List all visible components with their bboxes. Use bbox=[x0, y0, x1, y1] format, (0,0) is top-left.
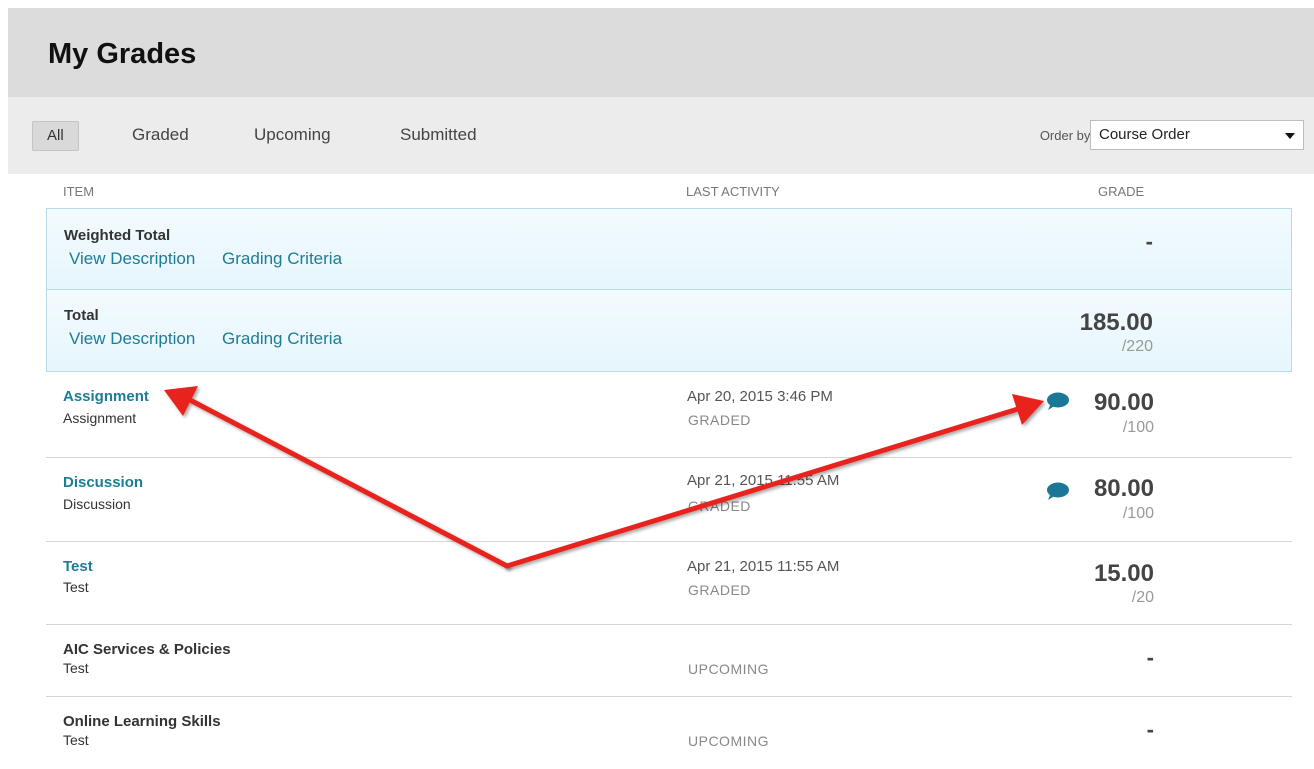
grading-criteria-link[interactable]: Grading Criteria bbox=[222, 329, 342, 348]
grade-out-of: /220 bbox=[1121, 338, 1153, 355]
grade-value: 185.00 bbox=[1079, 309, 1153, 336]
grade-value: - bbox=[1146, 717, 1154, 742]
comment-bubble-icon[interactable] bbox=[1045, 392, 1069, 410]
table-row-total: Total View Description Grading Criteria … bbox=[46, 290, 1292, 372]
item-title-link[interactable]: Assignment bbox=[63, 388, 149, 405]
page-header: My Grades bbox=[8, 8, 1314, 97]
grades-table: Weighted Total View Description Grading … bbox=[46, 208, 1292, 769]
grade-out-of: /100 bbox=[1122, 505, 1154, 522]
item-subtitle: Test bbox=[63, 732, 89, 748]
comment-bubble-icon[interactable] bbox=[1045, 482, 1069, 500]
activity-status: UPCOMING bbox=[688, 733, 769, 749]
activity-status: GRADED bbox=[688, 498, 751, 514]
item-subtitle: Assignment bbox=[63, 410, 137, 426]
column-header-grade: GRADE bbox=[1098, 184, 1145, 199]
grade-value: - bbox=[1145, 229, 1153, 254]
tab-all[interactable]: All bbox=[32, 121, 79, 151]
activity-date: Apr 21, 2015 11:55 AM bbox=[687, 558, 840, 575]
tab-submitted[interactable]: Submitted bbox=[386, 121, 491, 149]
item-links: View Description Grading Criteria bbox=[69, 329, 364, 349]
column-header-item: ITEM bbox=[63, 184, 95, 199]
item-title: Weighted Total bbox=[64, 227, 171, 244]
column-header-last-activity: LAST ACTIVITY bbox=[686, 184, 780, 199]
activity-status: GRADED bbox=[688, 582, 751, 598]
grade-out-of: /100 bbox=[1122, 419, 1154, 436]
table-row: Test Test Apr 21, 2015 11:55 AM GRADED 1… bbox=[46, 542, 1292, 625]
table-row: Online Learning Skills Test UPCOMING - bbox=[46, 697, 1292, 769]
table-row: Assignment Assignment Apr 20, 2015 3:46 … bbox=[46, 372, 1292, 458]
grade-out-of: /20 bbox=[1131, 589, 1154, 606]
order-by-value: Course Order bbox=[1099, 126, 1190, 143]
tab-upcoming[interactable]: Upcoming bbox=[240, 121, 345, 149]
item-links: View Description Grading Criteria bbox=[69, 249, 364, 269]
grade-value: 90.00 bbox=[1093, 389, 1154, 416]
grade-value: 80.00 bbox=[1093, 475, 1154, 502]
item-subtitle: Test bbox=[63, 660, 89, 676]
order-by-label: Order by: bbox=[1039, 128, 1094, 143]
order-by-select[interactable]: Course Order bbox=[1090, 120, 1304, 150]
item-subtitle: Test bbox=[63, 579, 89, 595]
page-title: My Grades bbox=[48, 38, 197, 70]
item-title-link[interactable]: Test bbox=[63, 558, 93, 575]
view-description-link[interactable]: View Description bbox=[69, 329, 195, 348]
table-row: AIC Services & Policies Test UPCOMING - bbox=[46, 625, 1292, 697]
item-title: Total bbox=[64, 307, 99, 324]
item-title: Online Learning Skills bbox=[63, 713, 221, 730]
item-title: AIC Services & Policies bbox=[63, 641, 231, 658]
activity-date: Apr 20, 2015 3:46 PM bbox=[687, 388, 833, 405]
item-subtitle: Discussion bbox=[63, 496, 131, 512]
activity-date: Apr 21, 2015 11:55 AM bbox=[687, 472, 840, 489]
chevron-down-icon bbox=[1285, 133, 1295, 139]
filter-bar: All Graded Upcoming Submitted Order by: … bbox=[8, 97, 1314, 174]
table-row: Discussion Discussion Apr 21, 2015 11:55… bbox=[46, 458, 1292, 542]
table-row-weighted-total: Weighted Total View Description Grading … bbox=[46, 208, 1292, 290]
activity-status: UPCOMING bbox=[688, 661, 769, 677]
item-title-link[interactable]: Discussion bbox=[63, 474, 143, 491]
grade-value: 15.00 bbox=[1093, 560, 1154, 587]
view-description-link[interactable]: View Description bbox=[69, 249, 195, 268]
activity-status: GRADED bbox=[688, 412, 751, 428]
grade-value: - bbox=[1146, 645, 1154, 670]
grading-criteria-link[interactable]: Grading Criteria bbox=[222, 249, 342, 268]
tab-graded[interactable]: Graded bbox=[118, 121, 203, 149]
